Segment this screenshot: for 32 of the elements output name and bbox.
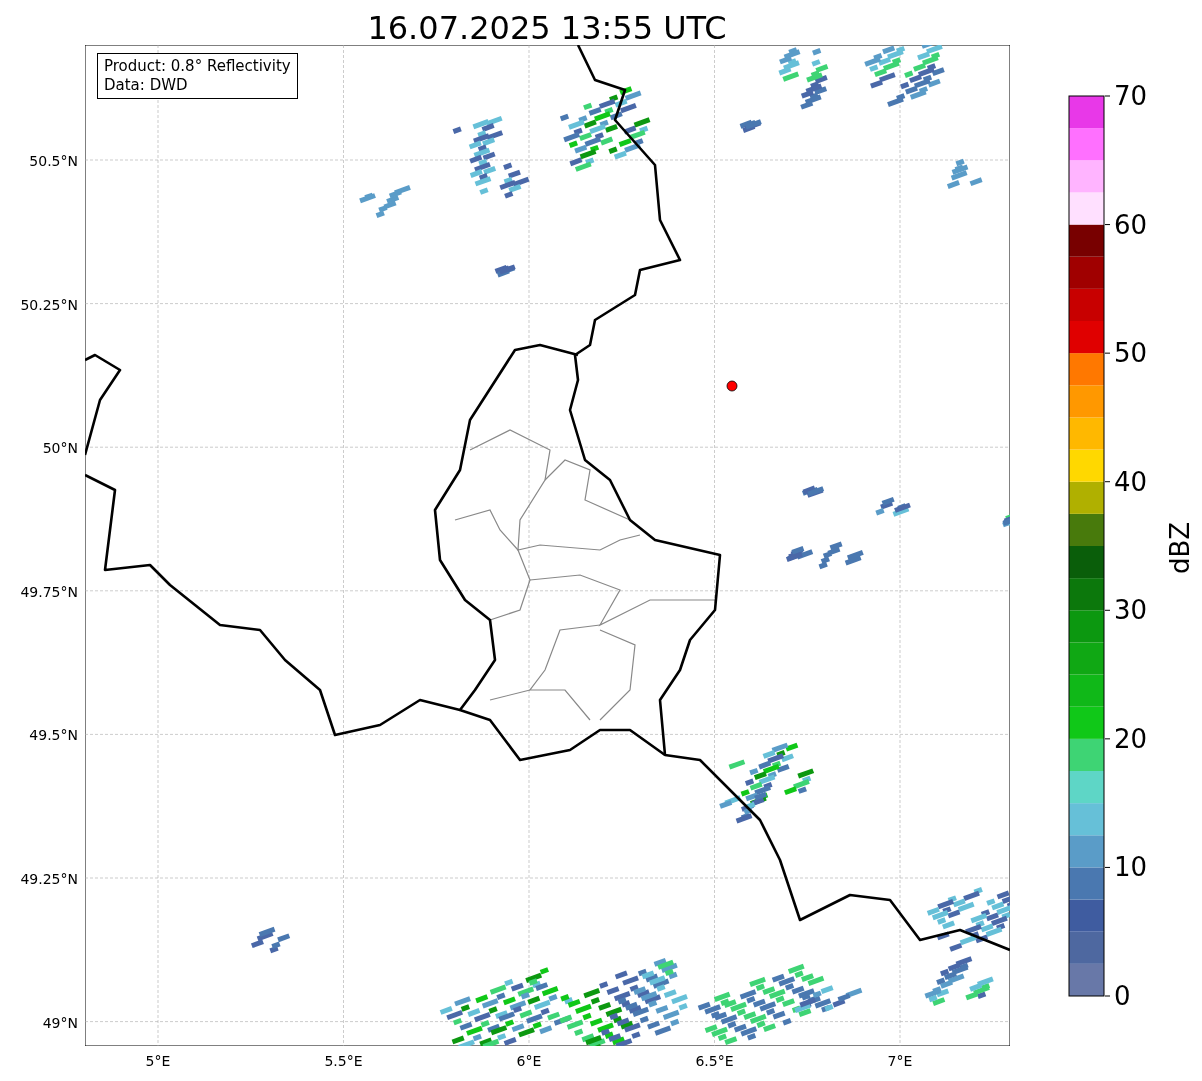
tick-mark <box>1104 738 1111 740</box>
tick-mark <box>1104 224 1111 226</box>
colorbar-tick-label: 40 <box>1114 466 1148 497</box>
tick-mark <box>1104 352 1111 354</box>
colorbar-label: dBZ <box>1163 521 1196 575</box>
colorbar-tick-label: 10 <box>1114 852 1148 883</box>
tick-mark <box>1104 866 1111 868</box>
longitude-label: 5°E <box>145 1052 171 1071</box>
latitude-label: 49.75°N <box>20 582 78 602</box>
info-text: Product: 0.8° Reflectivity <box>104 57 291 76</box>
longitude-label: 7°E <box>887 1052 913 1071</box>
colorbar-tick-label: 60 <box>1114 209 1148 240</box>
colorbar-tick-label: 20 <box>1114 723 1148 754</box>
longitude-label: 5.5°E <box>324 1052 363 1071</box>
longitude-label: 6°E <box>516 1052 542 1071</box>
tick-mark <box>1104 481 1111 483</box>
longitude-label: 6.5°E <box>695 1052 734 1071</box>
latitude-label: 50.5°N <box>29 152 78 171</box>
tick-mark <box>1104 609 1111 611</box>
latitude-label: 50.25°N <box>20 295 78 315</box>
latitude-label: 49.5°N <box>29 726 78 746</box>
info-text: Data: DWD <box>104 76 189 95</box>
tick-mark <box>1104 95 1111 97</box>
colorbar-tick-label: 70 <box>1114 81 1148 111</box>
colorbar-tick-label: 30 <box>1114 595 1148 626</box>
latitude-label: 50°N <box>42 439 78 459</box>
plot-title: 16.07.2025 13:55 UTC <box>367 8 727 49</box>
latitude-label: 49°N <box>42 1013 78 1033</box>
colorbar-tick-label: 0 <box>1114 981 1131 1011</box>
latitude-label: 49.25°N <box>20 870 78 889</box>
tick-mark <box>1104 995 1111 997</box>
colorbar-tick-label: 50 <box>1114 338 1148 369</box>
